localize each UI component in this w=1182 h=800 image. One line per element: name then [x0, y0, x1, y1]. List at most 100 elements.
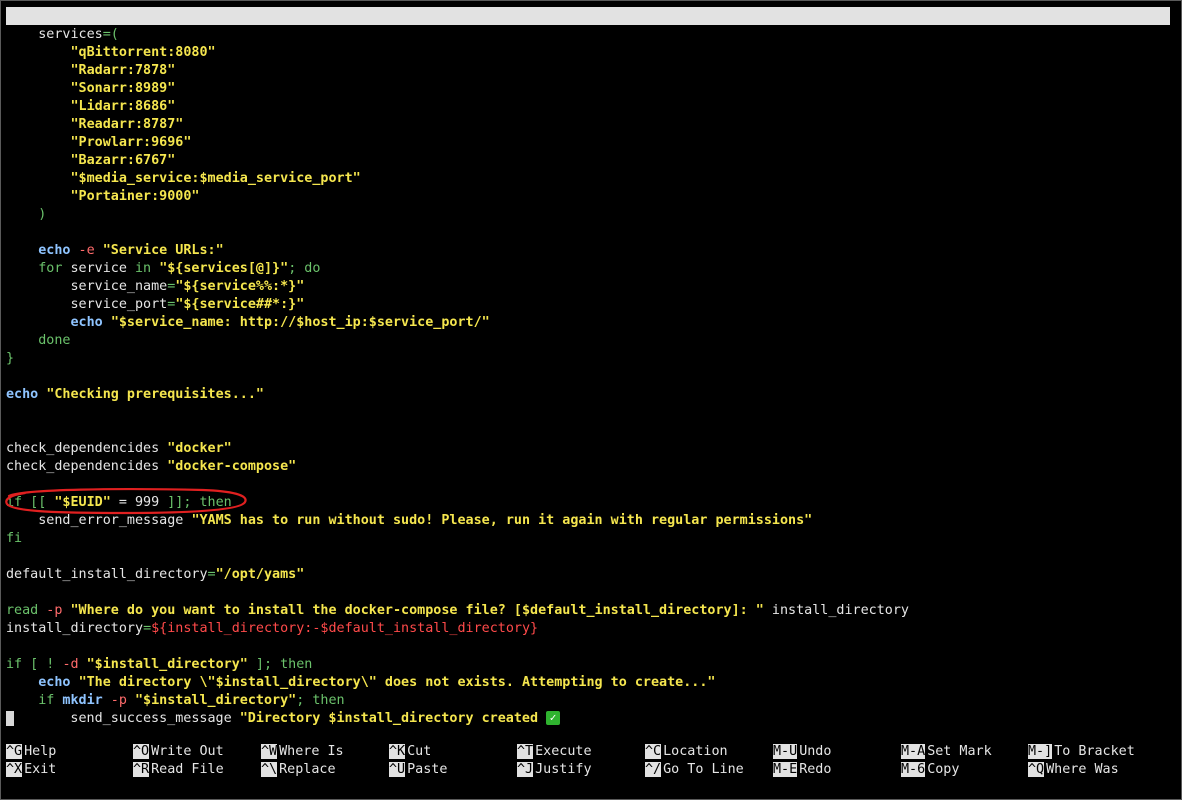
shortcut-exit[interactable]: ^X Exit — [6, 761, 56, 779]
shortcut-cut[interactable]: ^K Cut — [389, 743, 431, 761]
code-token: "$media_service:$media_service_port" — [70, 171, 361, 186]
code-line[interactable]: "qBittorrent:8080" — [6, 44, 1172, 62]
code-token: = — [143, 621, 152, 636]
code-line[interactable]: check_dependencides "docker" — [6, 440, 1172, 458]
code-line[interactable]: services=( — [6, 26, 1172, 44]
code-line[interactable]: done — [6, 332, 1172, 350]
code-line[interactable]: "$media_service:$media_service_port" — [6, 170, 1172, 188]
shortcut-read-file[interactable]: ^R Read File — [133, 761, 224, 779]
shortcut-key: ^C — [645, 744, 662, 759]
code-line[interactable]: "Lidarr:8686" — [6, 98, 1172, 116]
shortcut-key: ^O — [133, 744, 150, 759]
shortcut-redo[interactable]: M-E Redo — [773, 761, 831, 779]
shortcut-label: Undo — [799, 744, 832, 759]
shortcut-undo[interactable]: M-U Undo — [773, 743, 831, 761]
code-line[interactable]: "Bazarr:6767" — [6, 152, 1172, 170]
code-line[interactable]: send_error_message "YAMS has to run with… — [6, 512, 1172, 530]
code-line[interactable]: echo "The directory \"$install_directory… — [6, 674, 1172, 692]
code-line[interactable]: echo -e "Service URLs:" — [6, 242, 1172, 260]
code-token: mkdir — [54, 693, 103, 708]
code-line[interactable] — [6, 422, 1172, 440]
code-line[interactable]: if [[ "$EUID" = 999 ]]; then — [6, 494, 1172, 512]
shortcut-location[interactable]: ^C Location — [645, 743, 728, 761]
shortcut-to-bracket[interactable]: M-] To Bracket — [1028, 743, 1135, 761]
code-token: install_directory — [763, 603, 909, 618]
code-line[interactable]: ) — [6, 206, 1172, 224]
code-line[interactable]: echo "Checking prerequisites..." — [6, 386, 1172, 404]
shortcut-key: ^K — [389, 744, 406, 759]
code-line[interactable]: "Portainer:9000" — [6, 188, 1172, 206]
code-line[interactable]: send_success_message "Directory $install… — [6, 710, 1172, 728]
shortcut-key: ^/ — [645, 762, 662, 777]
shortcut-label: Where Is — [279, 744, 344, 759]
editor-buffer[interactable]: services=( "qBittorrent:8080" "Radarr:78… — [6, 26, 1172, 728]
code-line[interactable]: if mkdir -p "$install_directory"; then — [6, 692, 1172, 710]
code-line[interactable]: fi — [6, 530, 1172, 548]
code-line[interactable]: "Radarr:7878" — [6, 62, 1172, 80]
code-token: service_name — [6, 279, 168, 294]
code-token: for — [38, 261, 63, 276]
code-token: "/opt/yams" — [215, 567, 305, 582]
code-token: ; then — [296, 693, 345, 708]
code-token: check_dependencides — [6, 459, 168, 474]
code-line[interactable]: echo "$service_name: http://$host_ip:$se… — [6, 314, 1172, 332]
code-line[interactable] — [6, 548, 1172, 566]
check-mark-emoji-icon: ✓ — [546, 711, 561, 725]
code-token: fi — [6, 531, 23, 546]
code-token: echo — [38, 675, 71, 690]
code-line[interactable]: service_port="${service##*:}" — [6, 296, 1172, 314]
code-line[interactable]: service_name="${service%%:*}" — [6, 278, 1172, 296]
shortcut-label: Copy — [927, 762, 960, 777]
shortcut-justify[interactable]: ^J Justify — [517, 761, 592, 779]
shortcut-row: ^X Exit ^R Read File ^\ Replace ^U Paste ^J Justi… — [6, 761, 1176, 779]
code-token: =( — [102, 27, 119, 42]
code-token: if [[ — [6, 495, 55, 510]
code-line[interactable]: if [ ! -d "$install_directory" ]; then — [6, 656, 1172, 674]
code-line[interactable] — [6, 224, 1172, 242]
code-line[interactable]: "Sonarr:8989" — [6, 80, 1172, 98]
shortcut-copy[interactable]: M-6 Copy — [901, 761, 959, 779]
code-line[interactable]: install_directory=${install_directory:-$… — [6, 620, 1172, 638]
code-token: default_install_directory — [6, 567, 208, 582]
code-line[interactable]: for service in "${services[@]}"; do — [6, 260, 1172, 278]
code-line[interactable] — [6, 584, 1172, 602]
code-token: "${service##*:}" — [175, 297, 305, 312]
code-token: read — [6, 603, 39, 618]
shortcut-help[interactable]: ^G Help — [6, 743, 56, 761]
code-token: done — [6, 333, 71, 348]
code-token: "Bazarr:6767" — [70, 153, 176, 168]
code-line[interactable] — [6, 638, 1172, 656]
code-line[interactable]: } — [6, 350, 1172, 368]
shortcut-where-was[interactable]: ^Q Where Was — [1028, 761, 1119, 779]
code-line[interactable] — [6, 404, 1172, 422]
shortcut-replace[interactable]: ^\ Replace — [261, 761, 336, 779]
shortcut-row: ^G Help ^O Write Out ^W Where Is ^K Cut ^T Execut… — [6, 743, 1176, 761]
code-token: services — [6, 27, 103, 42]
code-line[interactable] — [6, 368, 1172, 386]
shortcut-key: M-6 — [901, 762, 926, 777]
code-line[interactable]: read -p "Where do you want to install th… — [6, 602, 1172, 620]
shortcut-paste[interactable]: ^U Paste — [389, 761, 447, 779]
code-token: install_directory — [6, 621, 144, 636]
shortcut-label: Where Was — [1046, 762, 1119, 777]
shortcut-set-mark[interactable]: M-A Set Mark — [901, 743, 992, 761]
code-token: send_error_message — [6, 513, 192, 528]
shortcut-label: Paste — [407, 762, 448, 777]
code-line[interactable]: "Readarr:8787" — [6, 116, 1172, 134]
code-line[interactable]: "Prowlarr:9696" — [6, 134, 1172, 152]
code-token: "Readarr:8787" — [70, 117, 184, 132]
code-token: service — [62, 261, 135, 276]
shortcut-where-is[interactable]: ^W Where Is — [261, 743, 344, 761]
shortcut-execute[interactable]: ^T Execute — [517, 743, 592, 761]
shortcut-write-out[interactable]: ^O Write Out — [133, 743, 224, 761]
code-line[interactable]: default_install_directory="/opt/yams" — [6, 566, 1172, 584]
shortcut-key: M-A — [901, 744, 926, 759]
code-line[interactable]: check_dependencides "docker-compose" — [6, 458, 1172, 476]
code-line[interactable] — [6, 476, 1172, 494]
shortcut-go-to-line[interactable]: ^/Go To Line — [645, 761, 744, 779]
